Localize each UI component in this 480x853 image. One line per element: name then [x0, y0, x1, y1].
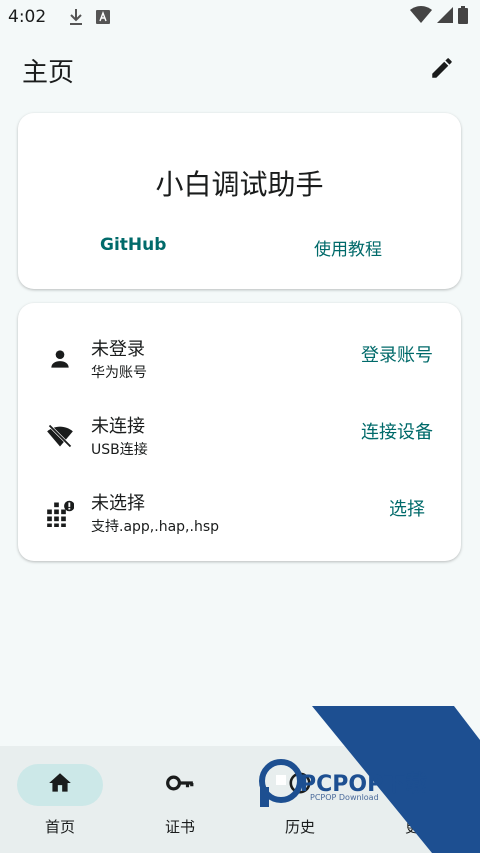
select-package-button[interactable]: 选择: [389, 495, 425, 521]
connection-status-subtitle: USB连接: [91, 442, 148, 458]
nav-pill: [137, 764, 223, 806]
nav-label-home: 首页: [44, 818, 75, 836]
font-a-icon: [96, 10, 111, 24]
watermark-subtext: PCPOP Download: [310, 793, 379, 802]
status-card: 未登录 华为账号 登录账号 未连接 USB连接 连接设备 未选择 支持.app,…: [18, 303, 461, 561]
pencil-icon: [429, 55, 455, 85]
key-icon: [165, 770, 195, 800]
nav-label-more: 更多: [404, 818, 435, 836]
package-status-row: 未选择 支持.app,.hap,.hsp 选择: [18, 487, 461, 547]
page-title: 主页: [22, 57, 75, 88]
download-icon: [68, 8, 84, 26]
battery-icon: [458, 6, 468, 28]
nav-item-home[interactable]: 首页: [0, 764, 120, 844]
app-info-card: 小白调试助手 GitHub 使用教程: [18, 113, 461, 289]
package-status-title: 未选择: [91, 493, 145, 514]
wifi-icon: [410, 6, 432, 28]
nav-label-certificate: 证书: [164, 818, 195, 836]
status-bar: 4:02: [0, 0, 480, 34]
edit-button[interactable]: [426, 54, 458, 86]
nav-active-indicator: [17, 764, 103, 806]
login-status-title: 未登录: [91, 339, 145, 360]
nav-item-certificate[interactable]: 证书: [120, 764, 240, 844]
app-bar: 主页: [0, 44, 480, 96]
login-status-row: 未登录 华为账号 登录账号: [18, 333, 461, 393]
nav-label-history: 历史: [284, 818, 315, 836]
person-icon: [46, 345, 74, 373]
wifi-off-icon: [46, 422, 74, 450]
status-right-group: [410, 6, 468, 28]
login-status-subtitle: 华为账号: [91, 365, 147, 381]
github-link[interactable]: GitHub: [90, 231, 176, 259]
bottom-navigation: 首页 证书 历史 更多: [0, 746, 480, 853]
home-icon: [47, 770, 73, 800]
status-time: 4:02: [8, 7, 47, 27]
apps-alert-icon: [46, 499, 74, 527]
connection-status-row: 未连接 USB连接 连接设备: [18, 410, 461, 470]
app-name: 小白调试助手: [155, 168, 324, 201]
connect-device-button[interactable]: 连接设备: [361, 418, 433, 444]
connection-status-title: 未连接: [91, 416, 145, 437]
login-account-button[interactable]: 登录账号: [361, 341, 433, 367]
tutorial-link[interactable]: 使用教程: [304, 231, 392, 264]
signal-icon: [436, 6, 454, 28]
package-status-subtitle: 支持.app,.hap,.hsp: [91, 519, 219, 535]
